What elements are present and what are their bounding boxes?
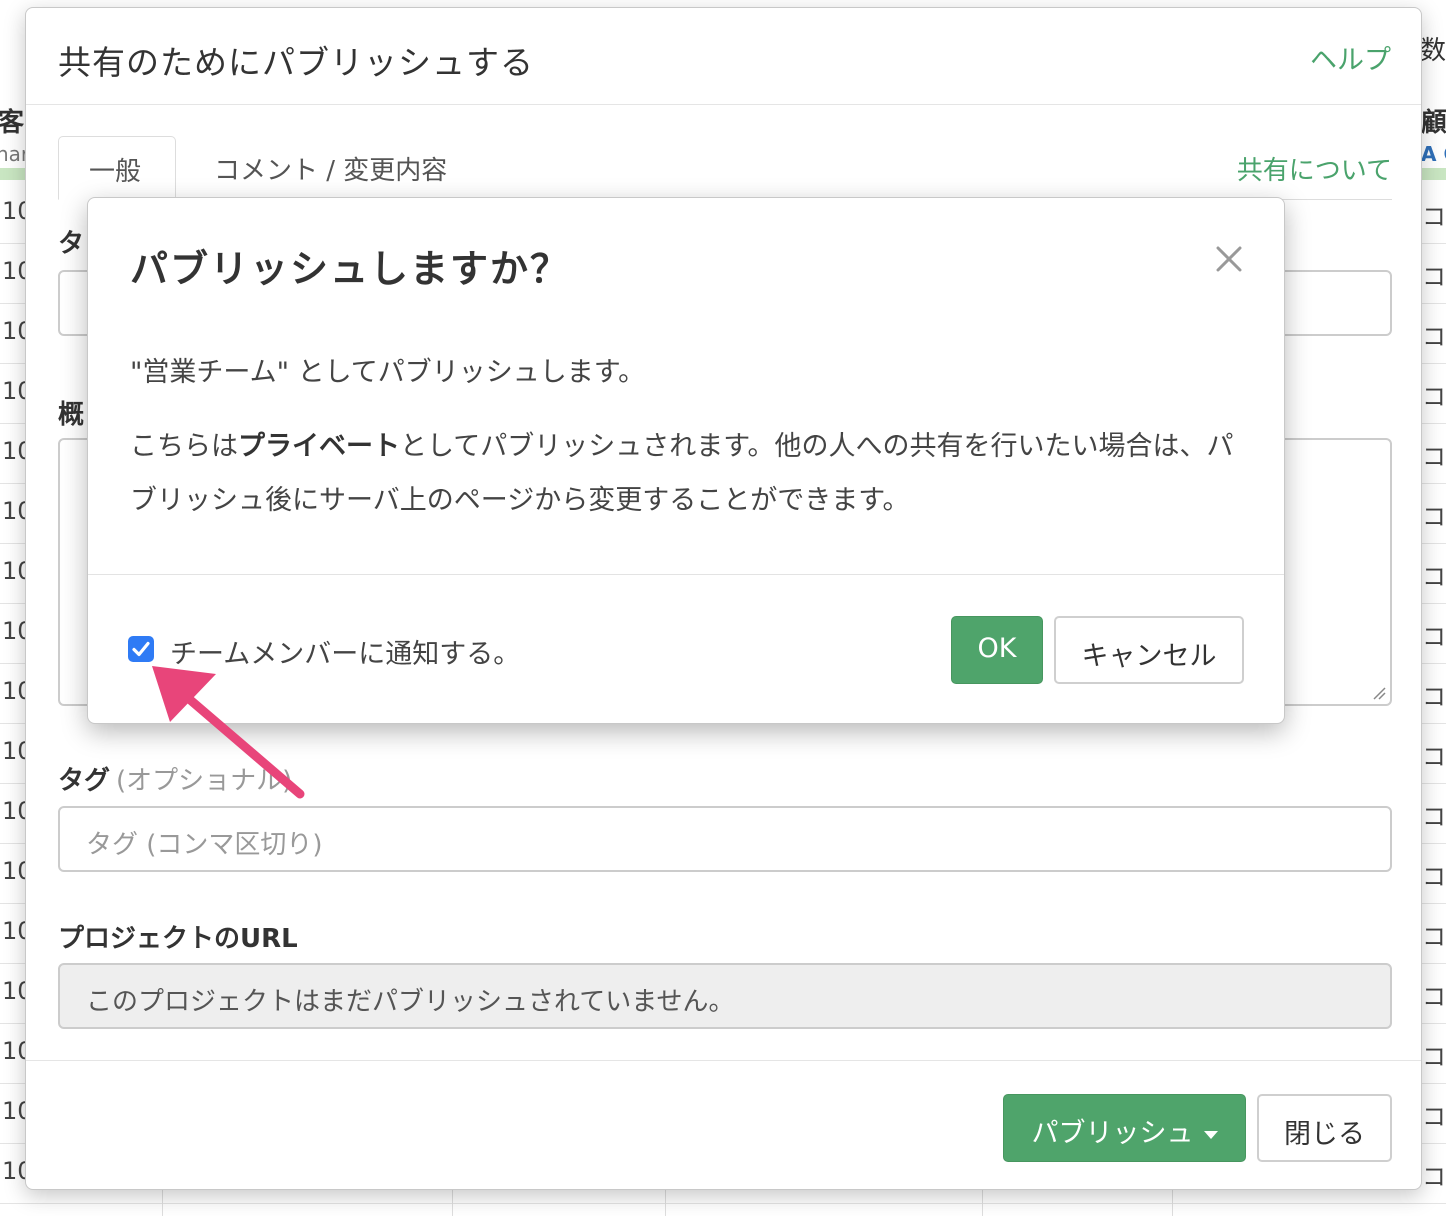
background-cell: コ bbox=[1422, 563, 1446, 591]
tab-general[interactable]: 一般 bbox=[58, 136, 176, 200]
background-row-line bbox=[0, 1203, 1446, 1204]
dialog-title: パブリッシュしますか？ bbox=[130, 247, 571, 291]
title-field-label: タ bbox=[58, 229, 85, 259]
publish-confirm-dialog: パブリッシュしますか？ "営業チーム" としてパブリッシュします。 こちらはプラ… bbox=[87, 197, 1285, 724]
background-cell: コ bbox=[1422, 1163, 1446, 1191]
about-sharing-link[interactable]: 共有について bbox=[1237, 150, 1392, 187]
background-cell: コ bbox=[1422, 743, 1446, 771]
annotation-arrow-icon bbox=[152, 666, 305, 799]
background-cell: コ bbox=[1422, 863, 1446, 891]
background-cell: コ bbox=[1422, 923, 1446, 951]
tab-bar: 一般 コメント / 変更内容 共有について bbox=[58, 136, 1392, 200]
background-column-header: 顧 bbox=[1421, 108, 1446, 138]
dialog-team-message: "営業チーム" としてパブリッシュします。 bbox=[130, 357, 646, 388]
background-cell: コ bbox=[1422, 803, 1446, 831]
help-link[interactable]: ヘルプ bbox=[1310, 38, 1391, 77]
background-column-subheader: A C bbox=[1421, 142, 1446, 166]
project-url-label: プロジェクトのURL bbox=[58, 924, 298, 954]
ok-button[interactable]: OK bbox=[951, 616, 1043, 684]
background-cell: コ bbox=[1422, 263, 1446, 291]
background-cell: コ bbox=[1422, 323, 1446, 351]
background-cell: コ bbox=[1422, 623, 1446, 651]
dialog-divider bbox=[88, 574, 1284, 575]
background-cell: コ bbox=[1422, 1103, 1446, 1131]
dialog-privacy-message: こちらはプライベートとしてパブリッシュされます。他の人への共有を行いたい場合は、… bbox=[130, 431, 1234, 516]
background-column-header-top: 数 bbox=[1420, 36, 1446, 66]
background-cell: コ bbox=[1422, 503, 1446, 531]
summary-field-label: 概 bbox=[58, 400, 85, 430]
close-button[interactable]: 閉じる bbox=[1257, 1094, 1392, 1162]
background-cell: コ bbox=[1422, 1043, 1446, 1071]
project-url-field: このプロジェクトはまだパブリッシュされていません。 bbox=[58, 963, 1392, 1029]
background-cell: コ bbox=[1422, 983, 1446, 1011]
background-cell: コ bbox=[1422, 683, 1446, 711]
tags-label: タグ bbox=[58, 766, 111, 796]
close-icon[interactable] bbox=[1212, 242, 1246, 276]
modal-header: 共有のためにパブリッシュする ヘルプ bbox=[26, 8, 1421, 105]
tab-comments[interactable]: コメント / 変更内容 bbox=[184, 136, 477, 200]
background-cell: コ bbox=[1422, 203, 1446, 231]
background-cell: コ bbox=[1422, 443, 1446, 471]
publish-button[interactable]: パブリッシュ bbox=[1003, 1094, 1246, 1162]
caret-down-icon bbox=[1203, 1130, 1218, 1139]
privacy-emphasis: プライベート bbox=[238, 431, 400, 462]
background-cell: コ bbox=[1422, 383, 1446, 411]
modal-title: 共有のためにパブリッシュする bbox=[58, 43, 534, 82]
cancel-button[interactable]: キャンセル bbox=[1054, 616, 1244, 684]
publish-button-label: パブリッシュ bbox=[1031, 1118, 1194, 1149]
resize-grip-icon[interactable] bbox=[1372, 686, 1386, 700]
background-right-column: 数 顧 A C コココココココココココココココココ bbox=[1418, 0, 1446, 1216]
modal-footer: パブリッシュ 閉じる bbox=[26, 1060, 1421, 1189]
